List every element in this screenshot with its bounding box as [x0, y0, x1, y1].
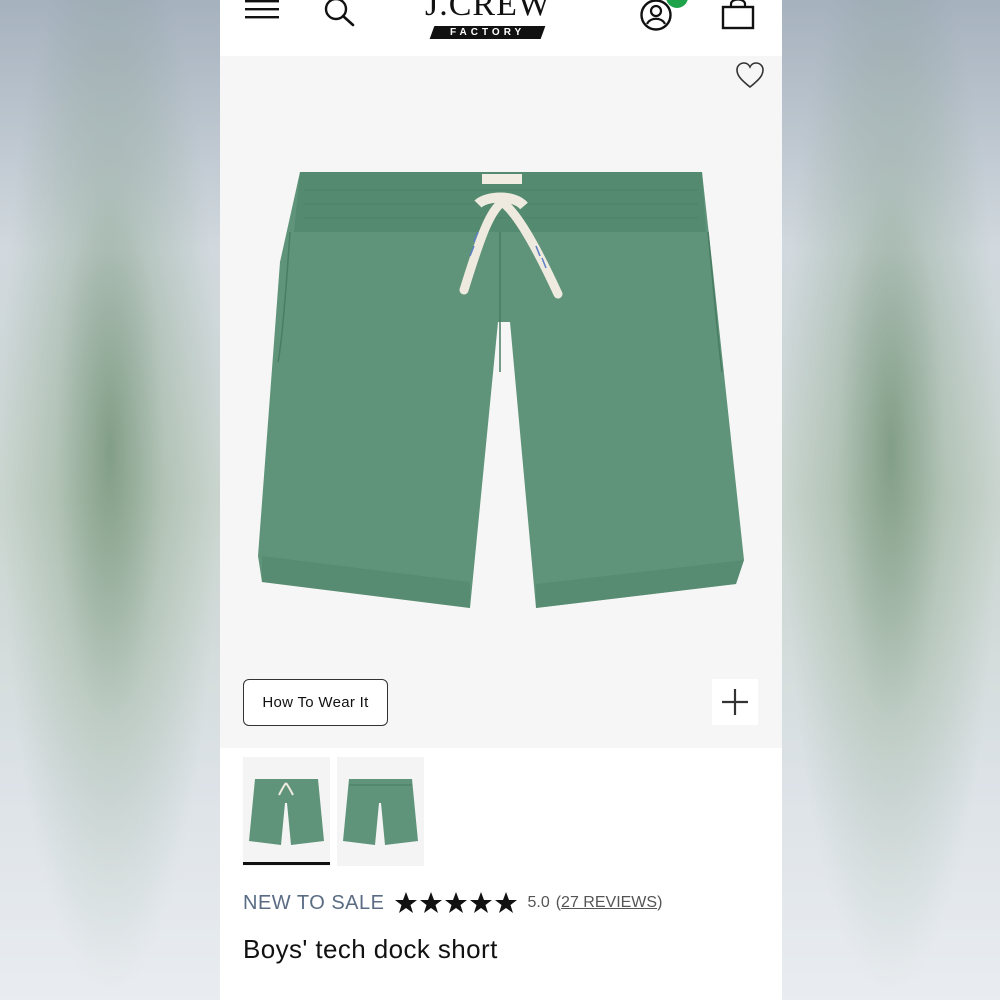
zoom-button[interactable] — [712, 679, 758, 725]
reviews-link[interactable]: (27 REVIEWS) — [556, 894, 663, 912]
star-icon — [395, 892, 418, 913]
menu-icon[interactable] — [245, 0, 281, 24]
sale-label: NEW TO SALE — [243, 891, 385, 914]
star-icon — [470, 892, 493, 913]
logo-tag: FACTORY — [430, 26, 546, 39]
background-right — [782, 0, 1000, 1000]
rating-stars — [394, 891, 519, 915]
reviews-close-paren: ) — [657, 894, 663, 911]
logo-wordmark: J.CREW — [425, 0, 551, 23]
rating-value: 5.0 — [527, 894, 550, 911]
product-title: Boys' tech dock short — [243, 934, 498, 964]
product-image-shorts — [258, 172, 744, 608]
thumbnail-strip — [220, 757, 782, 867]
star-icon — [420, 892, 443, 913]
brand-logo[interactable]: J.CREW FACTORY — [416, 0, 560, 42]
account-icon[interactable] — [639, 0, 673, 32]
search-icon[interactable] — [322, 0, 356, 28]
heart-outline-icon[interactable] — [734, 60, 766, 90]
star-icon — [495, 892, 518, 913]
site-header: J.CREW FACTORY — [220, 0, 782, 56]
product-meta-row: NEW TO SALE 5.0 (27 REVIEWS) — [243, 888, 763, 918]
bag-icon[interactable] — [720, 0, 756, 30]
thumbnail-front-image — [249, 779, 324, 845]
reviews-link-text: 27 REVIEWS — [561, 894, 658, 911]
thumbnail-back[interactable] — [337, 757, 424, 866]
product-image-area[interactable]: How To Wear It — [220, 56, 782, 748]
thumbnail-selected-indicator — [243, 862, 330, 865]
plus-icon — [722, 689, 748, 715]
thumbnail-back-image — [343, 779, 418, 845]
how-to-wear-button[interactable]: How To Wear It — [243, 679, 388, 726]
product-page: J.CREW FACTORY How To Wear It NEW TO SAL… — [220, 0, 782, 1000]
background-left — [0, 0, 220, 1000]
thumbnail-front[interactable] — [243, 757, 330, 866]
star-icon — [445, 892, 468, 913]
